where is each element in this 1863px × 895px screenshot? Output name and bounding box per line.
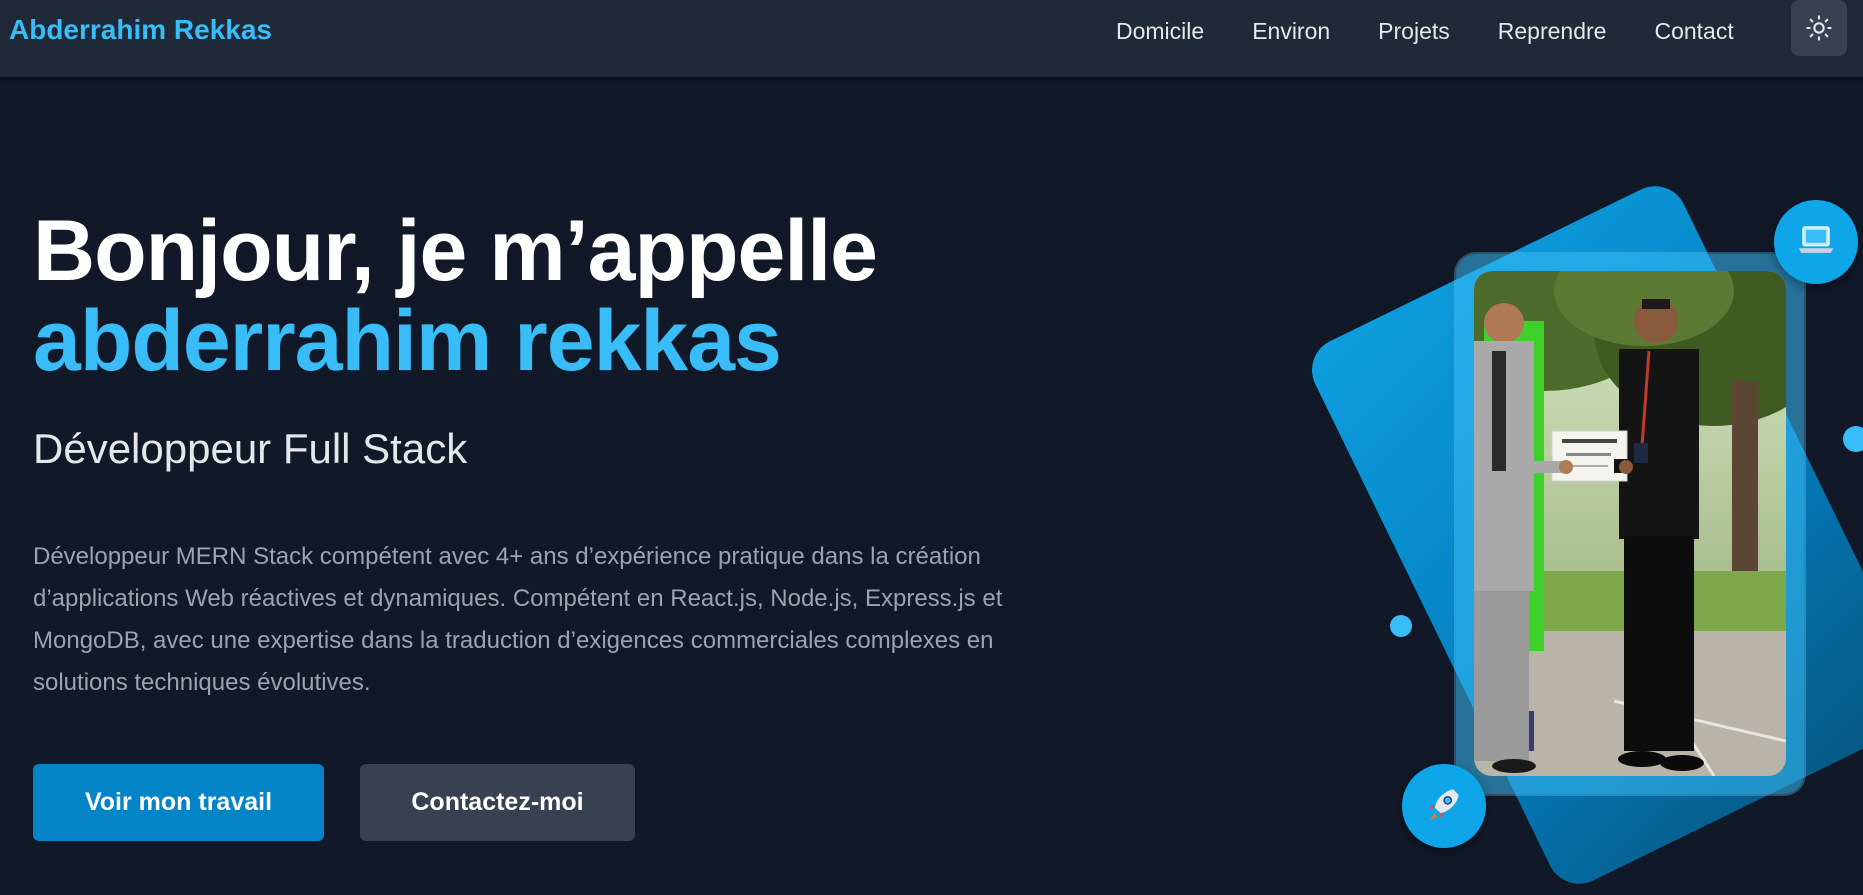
- nav-link-contact[interactable]: Contact: [1654, 16, 1733, 46]
- decorative-dot: [1843, 426, 1863, 452]
- navbar: Abderrahim Rekkas Domicile Environ Proje…: [0, 0, 1863, 77]
- view-work-button[interactable]: Voir mon travail: [33, 764, 324, 841]
- brand-logo[interactable]: Abderrahim Rekkas: [9, 14, 272, 46]
- nav-link-projets[interactable]: Projets: [1378, 16, 1450, 46]
- sun-icon: [1805, 14, 1833, 42]
- rocket-badge: [1402, 764, 1486, 848]
- hero-greeting: Bonjour, je m’appelle: [33, 203, 878, 299]
- nav-link-environ[interactable]: Environ: [1252, 16, 1330, 46]
- portrait-photo: [1474, 271, 1786, 776]
- decorative-dot: [1390, 615, 1412, 637]
- hero-name: abderrahim rekkas: [33, 293, 782, 389]
- contact-me-button[interactable]: Contactez-moi: [360, 764, 635, 841]
- hero-visual: [1301, 175, 1863, 895]
- nav-links: Domicile Environ Projets Reprendre Conta…: [1116, 16, 1782, 46]
- nav-link-domicile[interactable]: Domicile: [1116, 16, 1204, 46]
- nav-link-reprendre[interactable]: Reprendre: [1498, 16, 1607, 46]
- hero-heading: Bonjour, je m’appelle abderrahim rekkas: [33, 203, 878, 389]
- hero-description: Développeur MERN Stack compétent avec 4+…: [33, 543, 1003, 696]
- theme-toggle-button[interactable]: [1791, 0, 1847, 56]
- laptop-icon: [1794, 218, 1838, 267]
- hero-role: Développeur Full Stack: [33, 425, 468, 472]
- rocket-icon: [1422, 782, 1466, 831]
- laptop-badge: [1774, 200, 1858, 284]
